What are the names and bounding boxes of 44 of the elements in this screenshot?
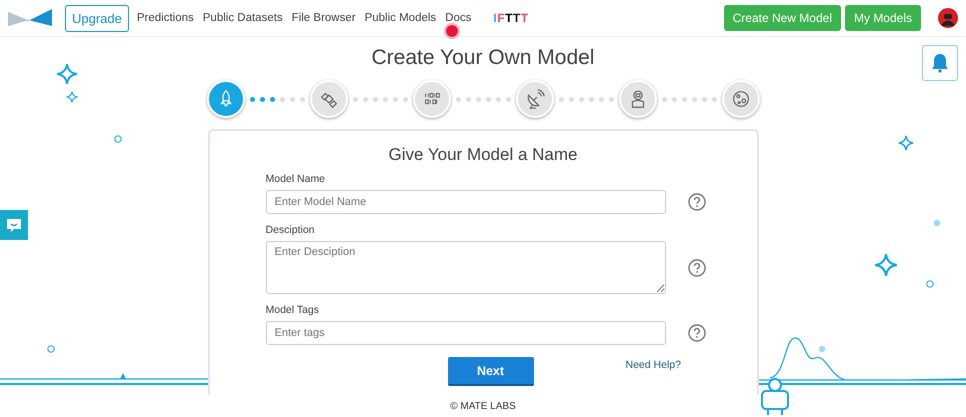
help-icon[interactable] bbox=[688, 258, 706, 276]
step-button[interactable] bbox=[722, 80, 760, 118]
field-label: Model Name bbox=[266, 173, 326, 185]
input-field[interactable]: Enter Model Name bbox=[266, 190, 666, 214]
circle-icon bbox=[933, 219, 941, 227]
feedback-button[interactable] bbox=[0, 210, 28, 240]
footer-text: © MATE LABS bbox=[448, 401, 518, 412]
step-button[interactable] bbox=[412, 80, 450, 118]
circle-icon bbox=[926, 280, 934, 288]
chat-icon bbox=[6, 218, 22, 232]
page-title: Create Your Own Model bbox=[372, 46, 594, 70]
record-dot-icon bbox=[443, 22, 461, 40]
circle-icon bbox=[47, 345, 55, 353]
sparkle-icon bbox=[874, 253, 898, 277]
help-link[interactable]: Need Help? bbox=[626, 358, 681, 370]
help-icon[interactable] bbox=[688, 193, 706, 211]
nav-link[interactable]: Public Models bbox=[364, 12, 438, 24]
step-button[interactable] bbox=[618, 80, 656, 118]
step-button[interactable] bbox=[206, 80, 244, 118]
step-button[interactable] bbox=[310, 80, 348, 118]
circle-icon bbox=[818, 345, 826, 353]
circle-icon bbox=[114, 135, 122, 143]
bell-icon bbox=[931, 53, 949, 73]
nav-link[interactable]: Public Datasets bbox=[202, 12, 284, 24]
help-icon[interactable] bbox=[688, 324, 706, 342]
sparkle-icon bbox=[56, 63, 78, 85]
next-button[interactable]: Next bbox=[448, 357, 534, 386]
field-label: Model Tags bbox=[266, 304, 320, 316]
nav-link[interactable]: Docs bbox=[444, 12, 472, 24]
nav-link[interactable]: Predictions bbox=[136, 12, 195, 24]
robot-icon bbox=[760, 377, 790, 417]
sparkle-icon bbox=[66, 91, 78, 103]
ifttt-logo[interactable]: IFTTT bbox=[493, 11, 529, 25]
input-field[interactable]: Enter tags bbox=[266, 321, 666, 345]
form-heading: Give Your Model a Name bbox=[388, 145, 578, 165]
notification-button[interactable] bbox=[922, 45, 958, 81]
input-field[interactable]: Enter Desciption bbox=[266, 241, 666, 294]
upgrade-button[interactable]: Upgrade bbox=[65, 4, 129, 32]
logo-icon[interactable] bbox=[8, 9, 52, 27]
nav-link[interactable]: File Browser bbox=[290, 12, 357, 24]
avatar-icon[interactable] bbox=[938, 8, 958, 28]
sparkle-icon bbox=[898, 135, 914, 151]
step-button[interactable] bbox=[516, 80, 554, 118]
field-label: Desciption bbox=[266, 224, 316, 236]
